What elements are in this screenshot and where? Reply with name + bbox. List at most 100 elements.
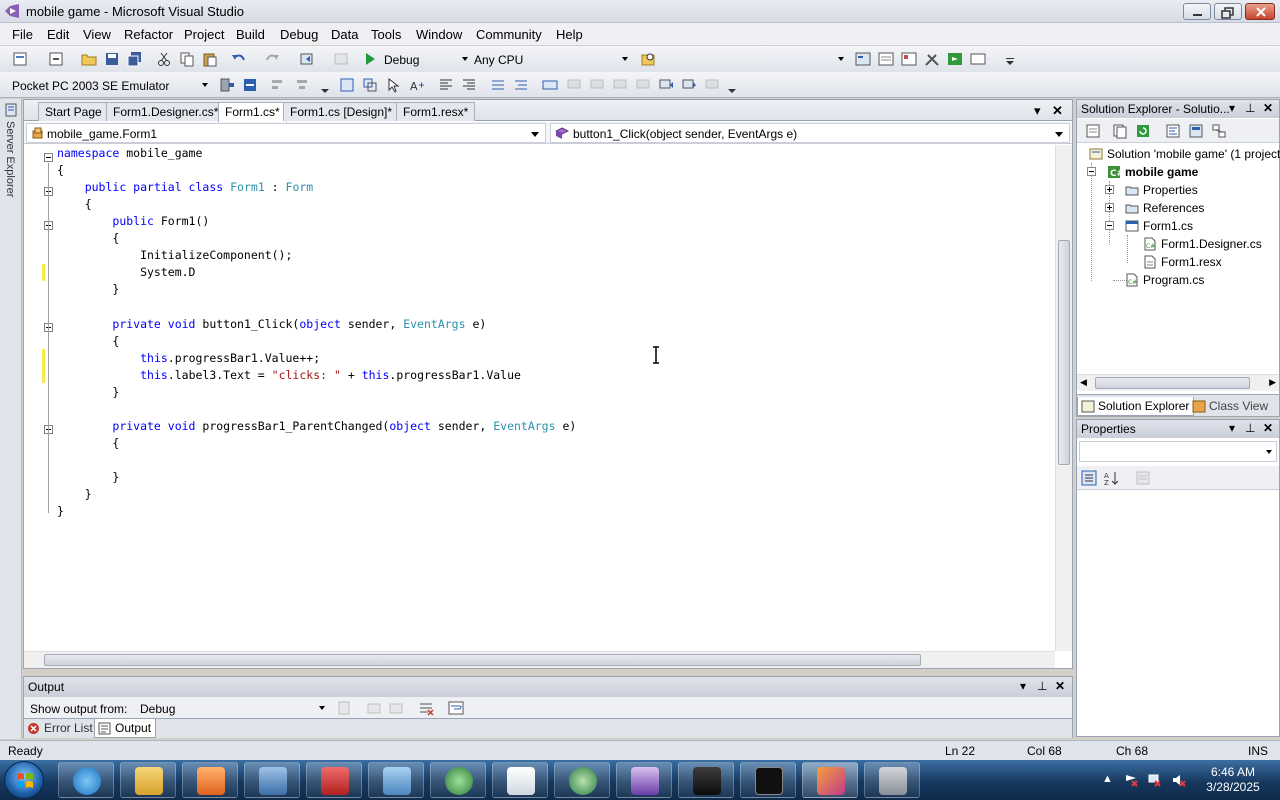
toolbar-options-icon[interactable] [317, 79, 333, 95]
navigate-backward-icon[interactable] [300, 51, 316, 67]
tab-error-list[interactable]: Error List [24, 719, 97, 738]
start-button[interactable] [4, 761, 44, 799]
view-class-diagram-icon[interactable] [1211, 123, 1227, 139]
clear-all-icon[interactable] [418, 700, 434, 716]
start-page-icon[interactable] [947, 51, 963, 67]
toolbar-options-icon[interactable] [1002, 51, 1018, 67]
editor-vertical-scrollbar[interactable] [1055, 145, 1072, 651]
window-position-icon[interactable]: ▾ [1229, 421, 1235, 435]
window-position-icon[interactable]: ▾ [1229, 101, 1235, 115]
scroll-thumb[interactable] [44, 654, 921, 666]
clear-bookmarks-icon[interactable] [704, 77, 720, 93]
menu-file[interactable]: File [12, 27, 33, 42]
previous-message-icon[interactable] [366, 700, 382, 716]
pointer-icon[interactable] [386, 77, 402, 93]
code-line[interactable]: } [57, 281, 119, 298]
find-in-files-icon[interactable] [640, 51, 656, 67]
redo-icon[interactable] [264, 51, 280, 67]
undo-icon[interactable] [231, 51, 247, 67]
show-hidden-icons-icon[interactable]: ▲ [1102, 773, 1116, 787]
taskbar-network[interactable] [430, 762, 486, 798]
code-line[interactable]: private void button1_Click(object sender… [57, 316, 486, 333]
code-line[interactable]: public partial class Form1 : Form [57, 179, 314, 196]
menu-edit[interactable]: Edit [47, 27, 69, 42]
code-editor[interactable]: namespace mobile_game{ public partial cl… [24, 145, 1054, 651]
tab-form1-cs-design[interactable]: Form1.cs [Design]* [283, 102, 400, 121]
code-line[interactable]: this.label3.Text = "clicks: " + this.pro… [57, 367, 521, 384]
network-icon[interactable] [1148, 773, 1162, 787]
menu-refactor[interactable]: Refactor [124, 27, 173, 42]
object-browser-icon[interactable] [901, 51, 917, 67]
member-combo[interactable]: button1_Click(object sender, EventArgs e… [550, 123, 1070, 143]
refresh-icon[interactable] [1135, 123, 1151, 139]
scroll-right-icon[interactable]: ▶ [1269, 377, 1276, 388]
menu-window[interactable]: Window [416, 27, 462, 42]
tab-start-page[interactable]: Start Page [38, 102, 109, 121]
paste-icon[interactable] [202, 51, 218, 67]
bookmark-icon[interactable] [542, 77, 558, 93]
configuration-combo[interactable]: Debug [382, 49, 470, 69]
menu-project[interactable]: Project [184, 27, 224, 42]
taskbar-media-player[interactable] [182, 762, 238, 798]
tab-solution-explorer[interactable]: Solution Explorer [1077, 397, 1195, 416]
align-text-left-icon[interactable] [438, 77, 454, 93]
menu-data[interactable]: Data [331, 27, 358, 42]
cut-icon[interactable] [156, 51, 172, 67]
new-project-icon[interactable] [12, 51, 28, 67]
open-folder-icon[interactable] [81, 51, 97, 67]
platform-combo[interactable]: Any CPU [472, 49, 630, 69]
editor-horizontal-scrollbar[interactable] [24, 651, 1055, 668]
active-files-dropdown-icon[interactable]: ▾ [1034, 103, 1041, 119]
maximize-button[interactable] [1214, 3, 1242, 20]
property-pages-icon[interactable] [1135, 470, 1151, 486]
close-document-icon[interactable]: ✕ [1052, 103, 1063, 119]
taskbar-notepad[interactable] [492, 762, 548, 798]
size-to-grid-icon[interactable] [362, 77, 378, 93]
taskbar-toolbox[interactable] [306, 762, 362, 798]
class-combo[interactable]: mobile_game.Form1 [26, 123, 546, 143]
prev-bookmark-document-icon[interactable] [658, 77, 674, 93]
properties-object-combo[interactable] [1079, 441, 1277, 462]
uncomment-lines-icon[interactable] [513, 77, 529, 93]
taskbar-control-panel[interactable] [368, 762, 424, 798]
tab-form1-designer-cs[interactable]: Form1.Designer.cs* [106, 102, 226, 121]
code-line[interactable]: { [57, 435, 119, 452]
find-combo[interactable] [660, 49, 846, 69]
expand-node-icon[interactable] [1105, 203, 1114, 212]
minimize-button[interactable] [1183, 3, 1211, 20]
close-pane-icon[interactable]: ✕ [1263, 101, 1273, 115]
scroll-thumb[interactable] [1058, 240, 1070, 465]
volume-icon[interactable] [1172, 773, 1186, 787]
properties-icon[interactable] [1085, 123, 1101, 139]
code-line[interactable]: { [57, 196, 92, 213]
code-line[interactable]: } [57, 503, 64, 520]
align-lefts-icon[interactable] [270, 77, 286, 93]
tab-output[interactable]: Output [94, 719, 157, 738]
code-line[interactable]: public Form1() [57, 213, 209, 230]
navigate-forward-icon[interactable] [333, 51, 349, 67]
server-explorer-strip[interactable]: Server Explorer [0, 99, 22, 739]
code-line[interactable]: } [57, 486, 92, 503]
window-position-icon[interactable]: ▾ [1020, 679, 1026, 693]
add-item-icon[interactable] [48, 51, 64, 67]
tab-form1-resx[interactable]: Form1.resx* [396, 102, 476, 121]
start-debugging-icon[interactable] [362, 51, 378, 67]
taskbar-internet-explorer[interactable] [58, 762, 114, 798]
menu-debug[interactable]: Debug [280, 27, 318, 42]
menu-view[interactable]: View [83, 27, 111, 42]
close-button[interactable] [1245, 3, 1275, 20]
close-pane-icon[interactable]: ✕ [1055, 679, 1065, 693]
next-message-icon[interactable] [388, 700, 404, 716]
code-line[interactable]: private void progressBar1_ParentChanged(… [57, 418, 576, 435]
taskbar-command-prompt[interactable] [740, 762, 796, 798]
align-text-right-icon[interactable] [461, 77, 477, 93]
alphabetical-icon[interactable]: AZ [1104, 470, 1120, 486]
code-line[interactable]: { [57, 230, 119, 247]
menu-build[interactable]: Build [236, 27, 265, 42]
tab-class-view[interactable]: Class View [1189, 397, 1272, 416]
solution-explorer-horizontal-scrollbar[interactable]: ◀ ▶ [1077, 374, 1279, 391]
code-line[interactable]: } [57, 384, 119, 401]
code-line[interactable]: InitializeComponent(); [57, 247, 292, 264]
taskbar-browser[interactable] [554, 762, 610, 798]
tab-form1-cs[interactable]: Form1.cs* [218, 102, 287, 122]
